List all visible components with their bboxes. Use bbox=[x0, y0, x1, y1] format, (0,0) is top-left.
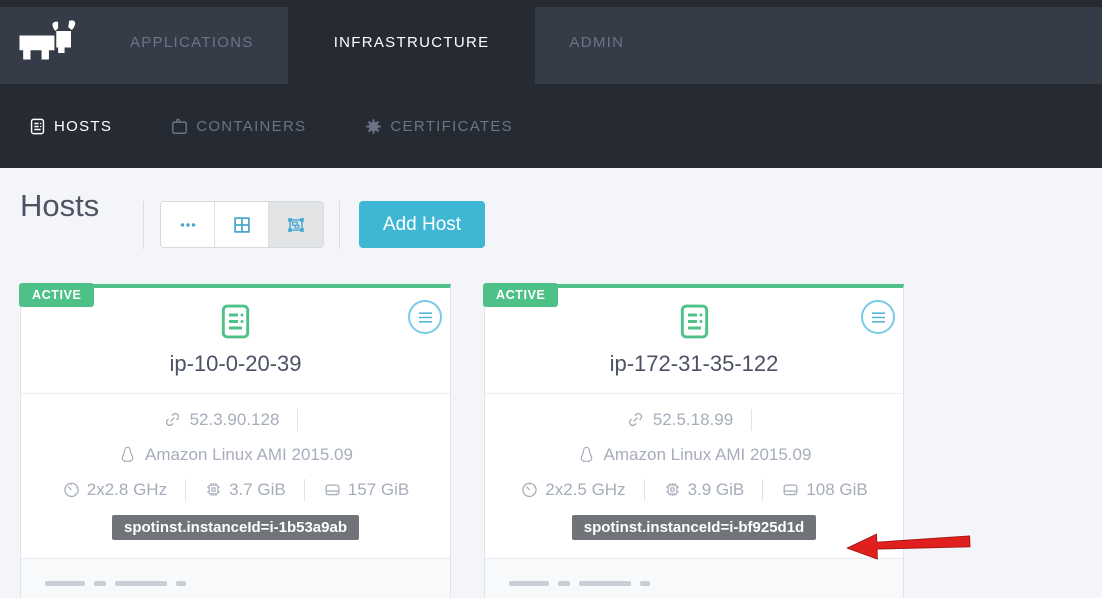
host-memory: 3.9 GiB bbox=[688, 480, 745, 500]
subnav-item-certificates[interactable]: CERTIFICATES bbox=[364, 117, 513, 136]
subnav-item-hosts[interactable]: HOSTS bbox=[28, 117, 112, 136]
certificates-icon bbox=[364, 117, 383, 136]
memory-spec: 3.7 GiB bbox=[204, 480, 286, 500]
host-ip-row: 52.5.18.99 bbox=[485, 402, 903, 437]
separator bbox=[185, 479, 186, 501]
host-os: Amazon Linux AMI 2015.09 bbox=[145, 445, 353, 465]
hosts-icon bbox=[28, 117, 47, 136]
separator bbox=[751, 409, 752, 431]
view-toggle-group bbox=[160, 201, 324, 248]
add-host-button[interactable]: Add Host bbox=[359, 201, 485, 248]
disk-icon bbox=[781, 480, 800, 499]
containers-icon bbox=[170, 117, 189, 136]
gauge-icon bbox=[62, 480, 81, 499]
cow-icon bbox=[15, 19, 81, 65]
hosts-toolbar: Hosts bbox=[0, 168, 1102, 288]
annotation-arrow-icon bbox=[844, 528, 973, 564]
separator bbox=[644, 479, 645, 501]
subnav-label: HOSTS bbox=[54, 118, 112, 135]
host-card-footer bbox=[21, 558, 450, 598]
toolbar-divider bbox=[143, 201, 144, 249]
server-icon bbox=[216, 328, 255, 345]
host-ip-row: 52.3.90.128 bbox=[21, 402, 450, 437]
grid-view-icon bbox=[231, 214, 253, 236]
subnav-item-containers[interactable]: CONTAINERS bbox=[170, 117, 306, 136]
tab-applications[interactable]: APPLICATIONS bbox=[96, 0, 288, 84]
list-view-icon bbox=[177, 214, 199, 236]
gauge-icon bbox=[520, 480, 539, 499]
hamburger-icon bbox=[870, 311, 887, 324]
host-disk: 157 GiB bbox=[348, 480, 409, 500]
host-label-tag: spotinst.instanceId=i-bf925d1d bbox=[572, 515, 816, 540]
subnav-label: CONTAINERS bbox=[196, 118, 306, 135]
host-memory: 3.7 GiB bbox=[229, 480, 286, 500]
toolbar-divider bbox=[339, 201, 340, 249]
host-os: Amazon Linux AMI 2015.09 bbox=[604, 445, 812, 465]
cpu-spec: 2x2.8 GHz bbox=[62, 480, 167, 500]
status-badge: ACTIVE bbox=[19, 283, 94, 307]
expanded-view-button[interactable] bbox=[269, 202, 323, 247]
tab-infrastructure[interactable]: INFRASTRUCTURE bbox=[288, 0, 536, 84]
host-card: ACTIVE ip-172-31-35-122 52 bbox=[484, 284, 904, 598]
host-tag-row: spotinst.instanceId=i-bf925d1d bbox=[485, 515, 903, 540]
separator bbox=[304, 479, 305, 501]
host-specs-row: 2x2.5 GHz 3.9 GiB bbox=[485, 472, 903, 507]
disk-spec: 108 GiB bbox=[781, 480, 867, 500]
host-menu-button[interactable] bbox=[861, 300, 895, 334]
grid-view-button[interactable] bbox=[215, 202, 269, 247]
host-cpu: 2x2.8 GHz bbox=[87, 480, 167, 500]
host-card-info: 52.3.90.128 Amazon Linux AMI 2015.09 bbox=[21, 394, 450, 507]
cpu-spec: 2x2.5 GHz bbox=[520, 480, 625, 500]
server-icon bbox=[675, 328, 714, 345]
clipped-footer-text bbox=[509, 581, 650, 586]
expanded-view-icon bbox=[285, 214, 307, 236]
disk-spec: 157 GiB bbox=[323, 480, 409, 500]
clipped-footer-text bbox=[45, 581, 186, 586]
host-ip: 52.3.90.128 bbox=[190, 410, 280, 430]
linux-penguin-icon bbox=[118, 445, 137, 464]
memory-spec: 3.9 GiB bbox=[663, 480, 745, 500]
separator bbox=[297, 409, 298, 431]
memory-chip-icon bbox=[663, 480, 682, 499]
host-menu-button[interactable] bbox=[408, 300, 442, 334]
tab-admin[interactable]: ADMIN bbox=[535, 0, 658, 84]
link-icon bbox=[163, 410, 182, 429]
subnav-label: CERTIFICATES bbox=[390, 118, 513, 135]
separator bbox=[762, 479, 763, 501]
host-os-row: Amazon Linux AMI 2015.09 bbox=[21, 437, 450, 472]
memory-chip-icon bbox=[204, 480, 223, 499]
hamburger-icon bbox=[417, 311, 434, 324]
host-label-tag: spotinst.instanceId=i-1b53a9ab bbox=[112, 515, 359, 540]
host-disk: 108 GiB bbox=[806, 480, 867, 500]
host-name: ip-172-31-35-122 bbox=[485, 351, 903, 377]
disk-icon bbox=[323, 480, 342, 499]
rancher-logo[interactable] bbox=[0, 0, 96, 84]
host-card: ACTIVE ip-10-0-20-39 52.3. bbox=[20, 284, 451, 598]
host-tag-row: spotinst.instanceId=i-1b53a9ab bbox=[21, 515, 450, 540]
host-card-info: 52.5.18.99 Amazon Linux AMI 2015.09 bbox=[485, 394, 903, 507]
host-ip: 52.5.18.99 bbox=[653, 410, 733, 430]
host-os-row: Amazon Linux AMI 2015.09 bbox=[485, 437, 903, 472]
rancher-hosts-page: APPLICATIONS INFRASTRUCTURE ADMIN HOSTS … bbox=[0, 0, 1102, 598]
host-name: ip-10-0-20-39 bbox=[21, 351, 450, 377]
status-badge: ACTIVE bbox=[483, 283, 558, 307]
host-cpu: 2x2.5 GHz bbox=[545, 480, 625, 500]
page-title: Hosts bbox=[20, 188, 99, 224]
top-nav: APPLICATIONS INFRASTRUCTURE ADMIN bbox=[0, 0, 1102, 84]
host-card-footer bbox=[485, 558, 903, 598]
linux-penguin-icon bbox=[577, 445, 596, 464]
link-icon bbox=[626, 410, 645, 429]
list-view-button[interactable] bbox=[161, 202, 215, 247]
host-specs-row: 2x2.8 GHz 3.7 GiB bbox=[21, 472, 450, 507]
infrastructure-subnav: HOSTS CONTAINERS bbox=[0, 84, 1102, 168]
